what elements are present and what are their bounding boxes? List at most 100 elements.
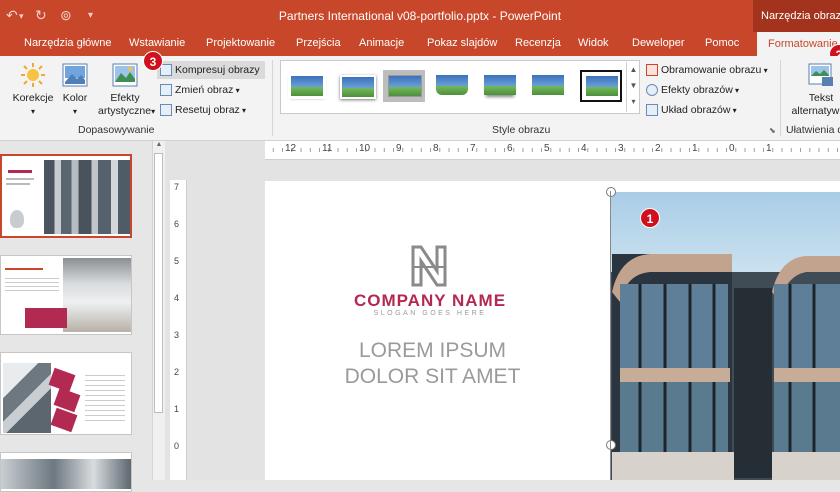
picture-layout-button[interactable]: Układ obrazów ▾ bbox=[646, 101, 737, 119]
reset-picture-label: Resetuj obraz bbox=[175, 104, 240, 116]
slide-1-text-line bbox=[6, 183, 30, 185]
slide-thumbnail-1[interactable] bbox=[0, 154, 132, 238]
ruler-number: 2 bbox=[655, 143, 661, 154]
tab-help[interactable]: Pomoc bbox=[705, 37, 739, 49]
tab-transitions[interactable]: Przejścia bbox=[296, 37, 341, 49]
alt-text-label-1: Tekst bbox=[808, 92, 834, 104]
heading-line-1: LOREM IPSUM bbox=[358, 339, 507, 362]
tab-view[interactable]: Widok bbox=[578, 37, 609, 49]
ruler-number: 8 bbox=[433, 143, 439, 154]
divider bbox=[780, 60, 781, 136]
ruler-number: 11 bbox=[322, 143, 333, 154]
chevron-down-icon: ▾ bbox=[151, 107, 156, 116]
scrollbar-thumb[interactable] bbox=[154, 153, 163, 413]
picture-style-1[interactable] bbox=[285, 70, 327, 102]
adjust-group-label: Dopasowywanie bbox=[78, 124, 155, 136]
picture-border-button[interactable]: Obramowanie obrazu ▾ bbox=[646, 61, 768, 79]
gallery-scroll[interactable]: ▲ ▼ ▾ bbox=[626, 62, 640, 112]
compress-icon bbox=[160, 64, 172, 77]
corrections-button[interactable]: Korekcje ▾ bbox=[10, 62, 56, 118]
chevron-down-icon: ▾ bbox=[72, 107, 77, 116]
ruler-number: 4 bbox=[581, 143, 587, 154]
thumbnails-scrollbar[interactable]: ▲ bbox=[152, 141, 165, 480]
artistic-effects-button[interactable]: Efekty artystyczne▾ bbox=[98, 62, 156, 118]
picture-styles-gallery: ▲ ▼ ▾ bbox=[280, 60, 640, 114]
picture-style-5[interactable] bbox=[479, 70, 521, 102]
picture-tools-context: Narzędzia obrazów bbox=[753, 0, 840, 32]
change-picture-button[interactable]: Zmień obraz ▾ bbox=[160, 81, 240, 99]
color-button[interactable]: Kolor ▾ bbox=[58, 62, 92, 118]
ruler-number: 1 bbox=[692, 143, 698, 154]
picture-effects-button[interactable]: Efekty obrazów ▾ bbox=[646, 81, 739, 99]
tab-slideshow[interactable]: Pokaz slajdów bbox=[427, 37, 497, 49]
slide-2-accent-box bbox=[25, 308, 67, 328]
company-name: COMPANY NAME bbox=[353, 291, 507, 310]
picture-style-4[interactable] bbox=[431, 70, 473, 102]
tab-review[interactable]: Recenzja bbox=[515, 37, 561, 49]
corrections-label: Korekcje bbox=[12, 92, 54, 104]
chevron-down-icon: ▾ bbox=[732, 86, 740, 95]
chevron-down-icon: ▾ bbox=[233, 86, 240, 95]
tab-developer[interactable]: Deweloper bbox=[632, 37, 685, 49]
slide-thumbnail-2[interactable] bbox=[0, 255, 132, 335]
slide-thumbnail-4[interactable] bbox=[0, 452, 132, 492]
document-title: Partners International v08-portfolio.ppt… bbox=[278, 9, 562, 23]
scroll-up-icon[interactable]: ▲ bbox=[154, 141, 164, 148]
picture-style-3[interactable] bbox=[383, 70, 425, 102]
ruler-number: 0 bbox=[729, 143, 735, 154]
ruler-number: 1 bbox=[766, 143, 772, 154]
step-badge-1: 1 bbox=[640, 208, 660, 228]
alt-text-icon bbox=[808, 63, 833, 86]
resize-handle[interactable] bbox=[606, 187, 616, 197]
picture-style-6[interactable] bbox=[527, 70, 569, 102]
effects-icon bbox=[646, 84, 658, 97]
ruler-number: 6 bbox=[507, 143, 513, 154]
heading-line-2: DOLOR SIT AMET bbox=[344, 365, 521, 388]
ruler-number: 10 bbox=[359, 143, 371, 154]
building-picture[interactable] bbox=[610, 192, 840, 480]
slide-2-title-line bbox=[5, 268, 43, 270]
step-badge-3: 3 bbox=[143, 51, 163, 71]
tab-insert[interactable]: Wstawianie bbox=[129, 37, 185, 49]
gallery-more-icon[interactable]: ▾ bbox=[627, 94, 640, 110]
tab-animations[interactable]: Animacje bbox=[359, 37, 404, 49]
dialog-launcher-icon[interactable]: ⬊ bbox=[769, 126, 776, 135]
divider bbox=[272, 60, 273, 136]
ribbon-tabs: Narzędzia główne Wstawianie Projektowani… bbox=[0, 32, 840, 56]
slide-thumbnail-3[interactable] bbox=[0, 352, 132, 435]
ruler-number: 5 bbox=[544, 143, 550, 154]
resize-handle[interactable] bbox=[606, 440, 616, 450]
compress-pictures-button[interactable]: Kompresuj obrazy bbox=[157, 61, 265, 79]
artistic-effects-icon bbox=[112, 63, 138, 87]
picture-border-label: Obramowanie obrazu bbox=[661, 64, 762, 76]
picture-style-7[interactable] bbox=[580, 70, 622, 102]
alt-text-button[interactable]: Tekst alternatywny bbox=[786, 62, 840, 118]
picture-effects-label: Efekty obrazów bbox=[661, 84, 733, 96]
ruler-number: 3 bbox=[618, 143, 624, 154]
ruler-number: 7 bbox=[470, 143, 476, 154]
color-label: Kolor bbox=[62, 92, 88, 104]
slide-3-text-block bbox=[85, 375, 125, 425]
ruler-number: 7 bbox=[174, 182, 180, 192]
slide-2-text-block bbox=[5, 278, 59, 294]
picture-layout-label: Układ obrazów bbox=[661, 104, 731, 116]
ruler-number: 3 bbox=[174, 330, 180, 340]
scroll-up-icon[interactable]: ▲ bbox=[627, 62, 640, 78]
picture-style-2[interactable] bbox=[335, 70, 377, 102]
ruler-number: 4 bbox=[174, 293, 180, 303]
artistic-effects-label-2: artystyczne bbox=[98, 105, 152, 117]
slogan: SLOGAN GOES HERE bbox=[373, 310, 487, 317]
slide-thumbnails-panel bbox=[0, 141, 150, 492]
scroll-down-icon[interactable]: ▼ bbox=[627, 78, 640, 94]
chevron-down-icon: ▾ bbox=[730, 106, 737, 115]
border-icon bbox=[646, 64, 658, 77]
selection-border bbox=[610, 191, 611, 480]
tab-format[interactable]: Formatowanie bbox=[757, 32, 840, 56]
compress-pictures-label: Kompresuj obrazy bbox=[175, 64, 260, 76]
reset-picture-icon bbox=[160, 104, 172, 117]
slide-canvas[interactable]: COMPANY NAME SLOGAN GOES HERE LOREM IPSU… bbox=[265, 181, 840, 480]
reset-picture-button[interactable]: Resetuj obraz ▾ bbox=[160, 101, 246, 119]
tab-design[interactable]: Projektowanie bbox=[206, 37, 275, 49]
slide-3-building-image bbox=[3, 363, 51, 433]
tab-home[interactable]: Narzędzia główne bbox=[24, 37, 111, 49]
